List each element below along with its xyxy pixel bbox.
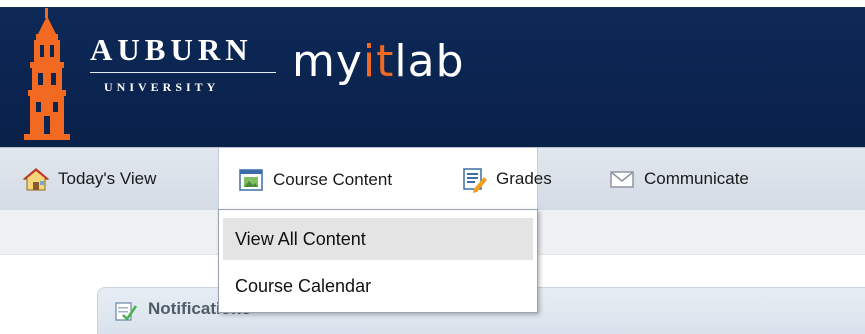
menu-item-course-calendar[interactable]: Course Calendar: [223, 265, 533, 307]
top-strip: [0, 0, 865, 7]
samford-tower-logo-icon: [24, 8, 70, 140]
nav-communicate[interactable]: Communicate: [608, 148, 749, 210]
envelope-icon: [610, 171, 634, 188]
notepad-check-icon: [115, 302, 138, 321]
nav-label: Communicate: [644, 169, 749, 188]
header-banner: AUBURN UNIVERSITY myitlab: [0, 0, 865, 147]
nav-todays-view[interactable]: Today's View: [22, 148, 156, 210]
university-wordmark: UNIVERSITY: [104, 80, 220, 94]
wordmark-divider: [90, 72, 276, 73]
course-content-dropdown: View All Content Course Calendar: [218, 209, 538, 313]
auburn-wordmark: AUBURN: [90, 32, 253, 67]
house-icon: [22, 168, 50, 191]
nav-label: Grades: [496, 169, 552, 188]
gradebook-icon: [463, 168, 487, 193]
main-nav-bar: Today's View Course Content Grades Commu…: [0, 147, 865, 211]
nav-grades[interactable]: Grades: [460, 148, 552, 210]
myitlab-logo: myitlab: [292, 40, 465, 84]
course-window-icon: [239, 168, 263, 191]
nav-label: Today's View: [58, 169, 157, 188]
menu-item-view-all-content[interactable]: View All Content: [223, 218, 533, 260]
logo-it: it: [362, 36, 395, 87]
nav-label: Course Content: [273, 169, 393, 189]
logo-my: my: [292, 36, 363, 87]
logo-lab: lab: [394, 36, 465, 87]
